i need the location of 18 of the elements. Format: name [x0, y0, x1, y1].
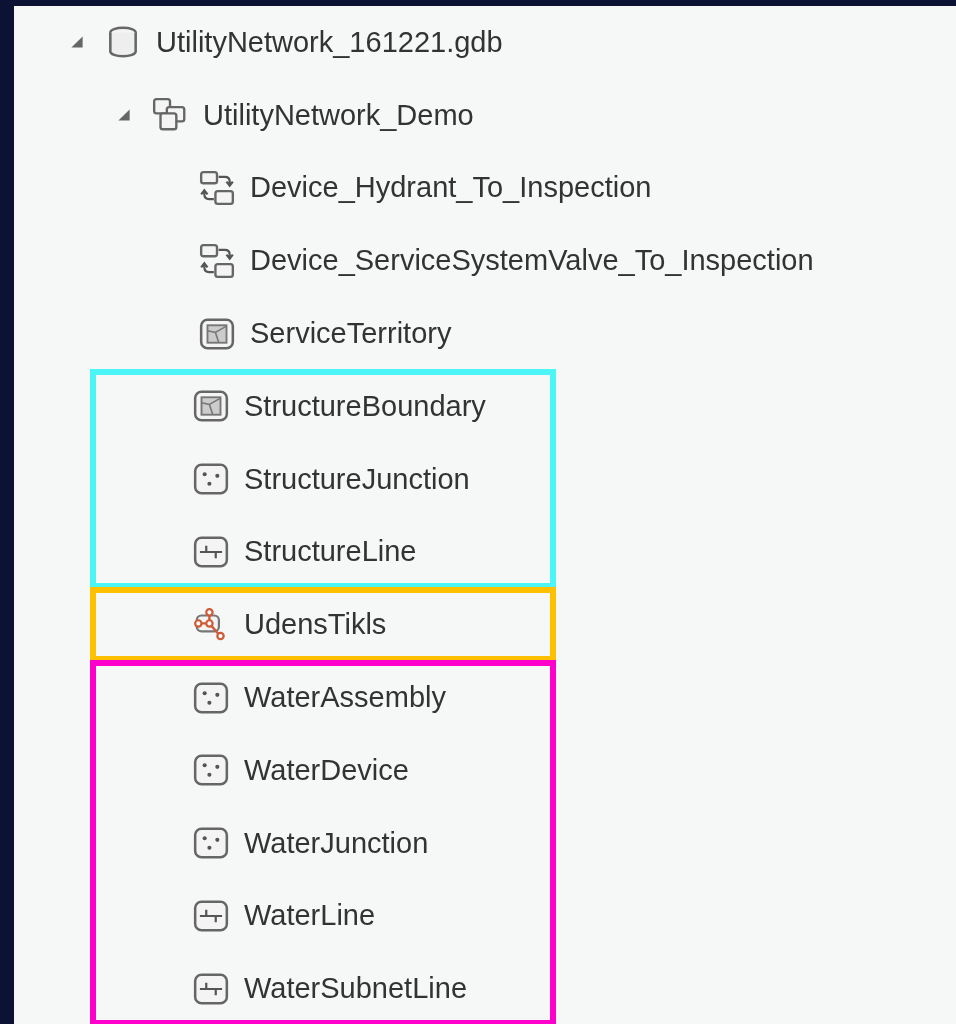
- tree-item-label[interactable]: StructureJunction: [244, 462, 470, 496]
- tree-item-label[interactable]: WaterDevice: [244, 753, 409, 787]
- tree-item-label[interactable]: WaterLine: [244, 899, 376, 933]
- tree-item-label[interactable]: Device_ServiceSystemValve_To_Inspection: [250, 244, 814, 278]
- expand-toggle-icon[interactable]: [70, 35, 84, 50]
- tree-item-label[interactable]: UdensTikls: [244, 608, 387, 642]
- tree-item-label[interactable]: StructureLine: [244, 535, 417, 569]
- tree-item-label[interactable]: WaterSubnetLine: [244, 972, 467, 1006]
- tree-item-label[interactable]: WaterJunction: [244, 826, 429, 860]
- tree-item-label[interactable]: Device_Hydrant_To_Inspection: [250, 171, 652, 205]
- swap-squares-icon: [198, 169, 236, 207]
- expand-toggle-icon[interactable]: [117, 108, 131, 123]
- tree-item-label[interactable]: UtilityNetwork_161221.gdb: [156, 25, 503, 59]
- swap-squares-icon: [198, 241, 236, 280]
- tree-item-label[interactable]: StructureBoundary: [244, 389, 486, 423]
- tree-item-label[interactable]: WaterAssembly: [244, 681, 446, 715]
- tree-item-label[interactable]: ServiceTerritory: [250, 317, 452, 351]
- tree-item-label[interactable]: UtilityNetwork_Demo: [203, 98, 474, 132]
